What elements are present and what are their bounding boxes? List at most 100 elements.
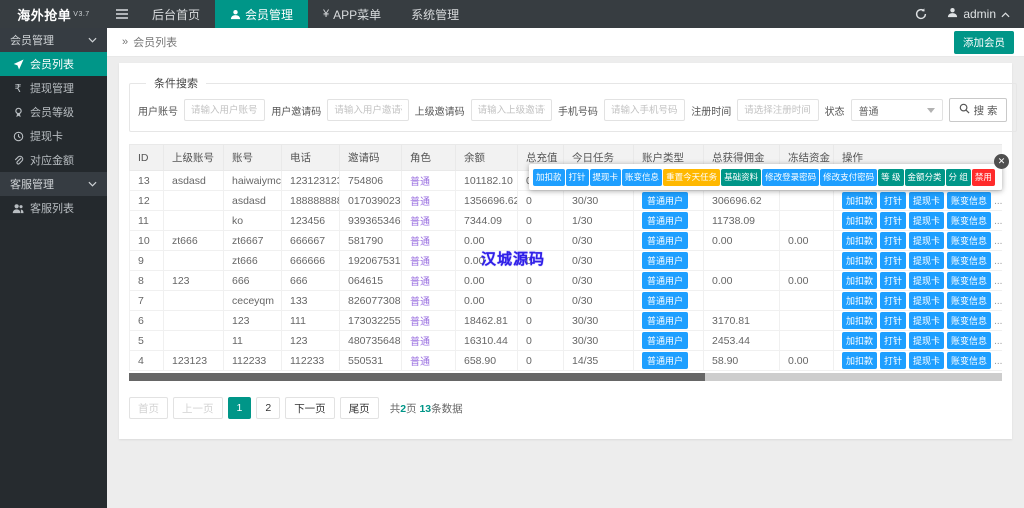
account-type-button[interactable]: 普通用户 xyxy=(642,312,689,329)
menu-toggle-icon[interactable] xyxy=(107,0,137,28)
account-change-button[interactable]: 账变信息 xyxy=(947,352,992,369)
add-deduct-button[interactable]: 加扣款 xyxy=(842,312,878,329)
disable-button[interactable]: 禁用 xyxy=(971,168,995,186)
account-change-button[interactable]: 账变信息 xyxy=(947,192,992,209)
level-button[interactable]: 等 级 xyxy=(878,168,904,186)
group-button[interactable]: 分 组 xyxy=(945,168,971,186)
add-deduct-button[interactable]: 加扣款 xyxy=(842,232,878,249)
inject-button[interactable]: 打针 xyxy=(880,352,907,369)
account-change-button[interactable]: 账变信息 xyxy=(947,312,992,329)
inject-button[interactable]: 打针 xyxy=(880,272,907,289)
tab-system-management[interactable]: 系统管理 xyxy=(396,0,474,28)
sidebar-group-customer-service-management[interactable]: 客服管理 xyxy=(0,172,107,196)
add-deduct-button[interactable]: 加扣款 xyxy=(842,352,878,369)
inject-button[interactable]: 打针 xyxy=(880,312,907,329)
account-type-button[interactable]: 普通用户 xyxy=(642,332,689,349)
more-actions[interactable]: ... xyxy=(994,336,1002,347)
search-button[interactable]: 搜 索 xyxy=(948,98,1008,122)
more-actions[interactable]: ... xyxy=(994,356,1002,367)
page-button-page-1[interactable]: 1 xyxy=(227,397,252,419)
sidebar-item-withdraw-management[interactable]: ₹ 提现管理 xyxy=(0,76,107,100)
account-change-button[interactable]: 账变信息 xyxy=(947,212,992,229)
page-button-last[interactable]: 尾页 xyxy=(339,397,379,419)
account-change-button[interactable]: 账变信息 xyxy=(947,232,992,249)
add-deduct-button[interactable]: 加扣款 xyxy=(842,292,878,309)
account-change-button[interactable]: 账变信息 xyxy=(947,292,992,309)
withdraw-card-button[interactable]: 提现卡 xyxy=(909,352,945,369)
inject-button[interactable]: 打针 xyxy=(880,192,907,209)
close-icon[interactable]: ✕ xyxy=(994,154,1009,169)
account-change-button[interactable]: 账变信息 xyxy=(947,252,992,269)
account-type-button[interactable]: 普通用户 xyxy=(642,192,689,209)
page-button-next[interactable]: 下一页 xyxy=(285,397,335,419)
withdraw-card-button[interactable]: 提现卡 xyxy=(589,168,622,186)
account-change-button[interactable]: 账变信息 xyxy=(947,332,992,349)
account-change-button[interactable]: 账变信息 xyxy=(622,168,663,186)
tab-member-management[interactable]: 会员管理 xyxy=(215,0,309,28)
more-actions[interactable]: ... xyxy=(994,256,1002,267)
scrollbar-thumb[interactable] xyxy=(129,373,706,381)
account-change-button[interactable]: 账变信息 xyxy=(947,272,992,289)
withdraw-card-button[interactable]: 提现卡 xyxy=(909,232,945,249)
account-type-button[interactable]: 普通用户 xyxy=(642,292,689,309)
status-select[interactable]: 普通 xyxy=(850,99,943,121)
inject-button[interactable]: 打针 xyxy=(880,232,907,249)
parent-invite-code-input[interactable] xyxy=(470,99,552,121)
withdraw-card-button[interactable]: 提现卡 xyxy=(909,252,945,269)
withdraw-card-button[interactable]: 提现卡 xyxy=(909,292,945,309)
refresh-icon[interactable] xyxy=(915,8,927,20)
add-deduct-button[interactable]: 加扣款 xyxy=(533,168,565,186)
account-type-button[interactable]: 普通用户 xyxy=(642,272,689,289)
account-type-button[interactable]: 普通用户 xyxy=(642,232,689,249)
add-member-button[interactable]: 添加会员 xyxy=(954,30,1014,54)
sidebar-group-member-management[interactable]: 会员管理 xyxy=(0,28,107,52)
user-invite-code-input[interactable] xyxy=(327,99,409,121)
more-actions[interactable]: ... xyxy=(994,196,1002,207)
member-table-wrap: ID 上级账号 账号 电话 邀请码 角色 余额 总充值 今日任务 账户类型 总获得佣金 冻结资金 操作 … xyxy=(129,144,1009,371)
sidebar-item-member-level[interactable]: 会员等级 xyxy=(0,100,107,124)
change-login-password-button[interactable]: 修改登录密码 xyxy=(762,168,820,186)
basic-info-button[interactable]: 基础资料 xyxy=(721,168,762,186)
add-deduct-button[interactable]: 加扣款 xyxy=(842,212,878,229)
tab-home[interactable]: 后台首页 xyxy=(137,0,215,28)
more-actions[interactable]: ... xyxy=(994,276,1002,287)
inject-button[interactable]: 打针 xyxy=(880,292,907,309)
page-button-page-2[interactable]: 2 xyxy=(256,397,281,419)
sidebar-item-member-list[interactable]: 会员列表 xyxy=(0,52,107,76)
search-button-label: 搜 索 xyxy=(973,104,998,117)
tab-app-menu[interactable]: ¥ APP菜单 xyxy=(308,0,396,28)
more-actions[interactable]: ... xyxy=(994,236,1002,247)
horizontal-scrollbar[interactable] xyxy=(129,373,1002,381)
reset-today-task-button[interactable]: 重置今天任务 xyxy=(663,168,721,186)
register-time-input[interactable] xyxy=(737,99,819,121)
cell-actions: 加扣款打针提现卡账变信息... xyxy=(833,250,1002,271)
add-deduct-button[interactable]: 加扣款 xyxy=(842,332,878,349)
add-deduct-button[interactable]: 加扣款 xyxy=(842,192,878,209)
more-actions[interactable]: ... xyxy=(994,216,1002,227)
account-type-button[interactable]: 普通用户 xyxy=(642,212,689,229)
inject-button[interactable]: 打针 xyxy=(880,332,907,349)
add-deduct-button[interactable]: 加扣款 xyxy=(842,272,878,289)
change-pay-password-button[interactable]: 修改支付密码 xyxy=(820,168,878,186)
inject-button[interactable]: 打针 xyxy=(565,168,589,186)
inject-button[interactable]: 打针 xyxy=(880,212,907,229)
amount-category-button[interactable]: 金额分类 xyxy=(904,168,945,186)
withdraw-card-button[interactable]: 提现卡 xyxy=(909,312,945,329)
sidebar-item-corresponding-amount[interactable]: 对应金额 xyxy=(0,148,107,172)
account-type-button[interactable]: 普通用户 xyxy=(642,352,689,369)
withdraw-card-button[interactable]: 提现卡 xyxy=(909,332,945,349)
more-actions[interactable]: ... xyxy=(994,316,1002,327)
withdraw-card-button[interactable]: 提现卡 xyxy=(909,272,945,289)
search-icon xyxy=(959,103,970,117)
add-deduct-button[interactable]: 加扣款 xyxy=(842,252,878,269)
user-account-input[interactable] xyxy=(184,99,266,121)
withdraw-card-button[interactable]: 提现卡 xyxy=(909,192,945,209)
sidebar-item-customer-service-list[interactable]: 客服列表 xyxy=(0,196,107,220)
phone-number-input[interactable] xyxy=(603,99,686,121)
sidebar-item-withdraw-card[interactable]: 提现卡 xyxy=(0,124,107,148)
user-menu[interactable]: admin xyxy=(947,7,1010,21)
account-type-button[interactable]: 普通用户 xyxy=(642,252,689,269)
more-actions[interactable]: ... xyxy=(994,296,1002,307)
inject-button[interactable]: 打针 xyxy=(880,252,907,269)
withdraw-card-button[interactable]: 提现卡 xyxy=(909,212,945,229)
